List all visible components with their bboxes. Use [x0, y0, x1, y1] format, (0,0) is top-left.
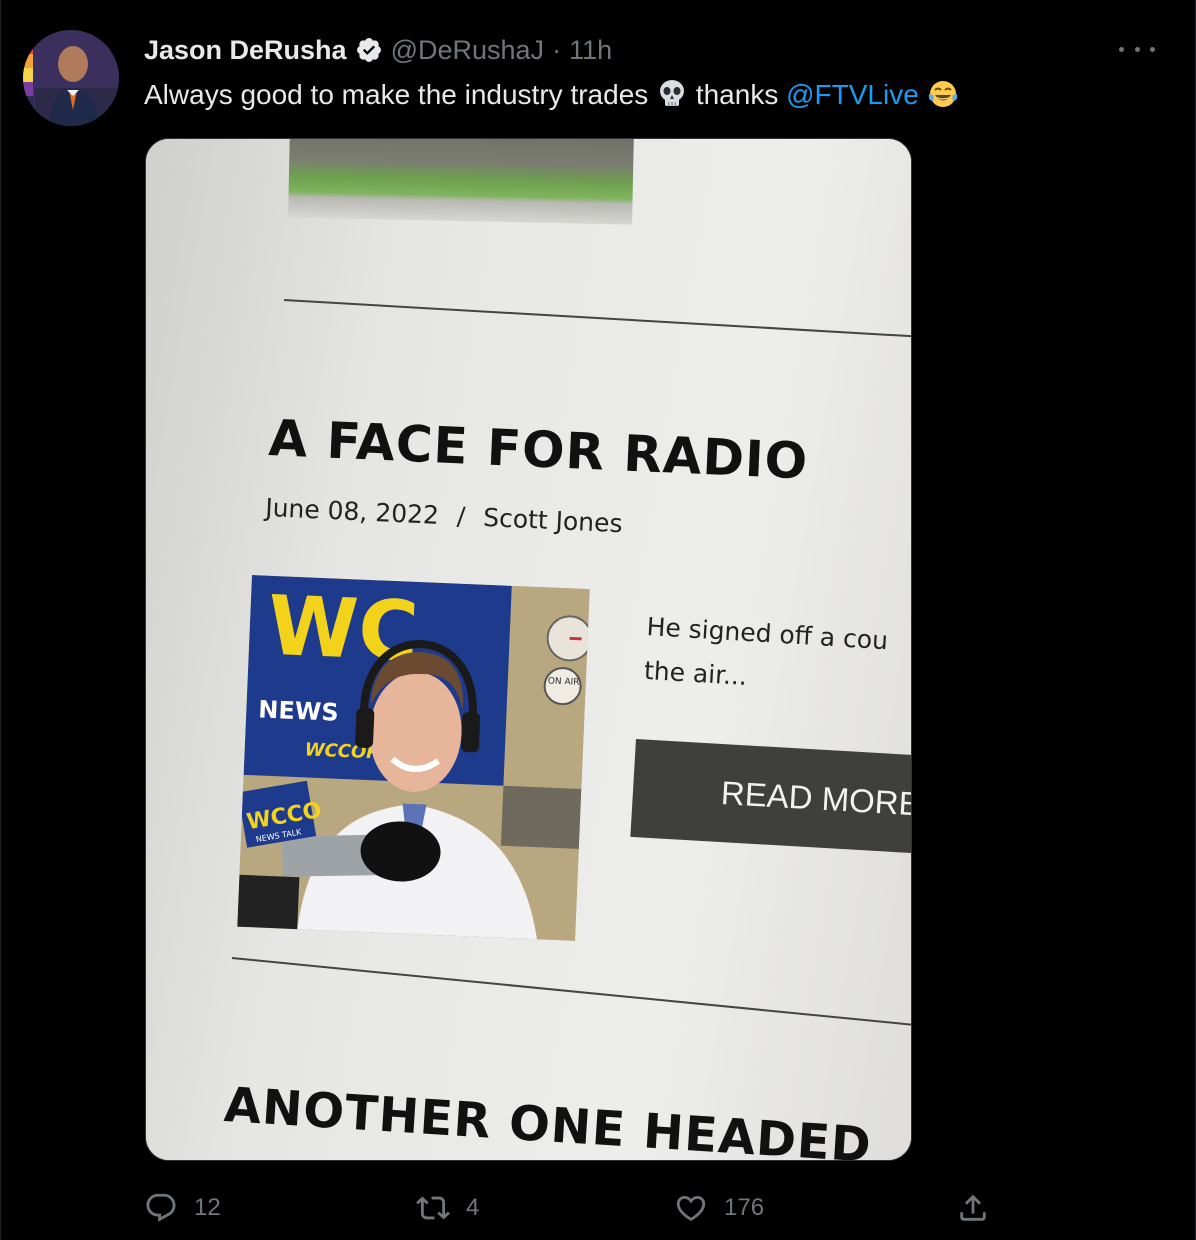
- reply-button[interactable]: 12: [144, 1186, 221, 1230]
- tweet-container: Jason DeRusha @DeRushaJ · 11h Always goo…: [0, 0, 1196, 1240]
- article-headline: A FACE FOR RADIO: [267, 409, 810, 491]
- next-article-headline: ANOTHER ONE HEADED: [222, 1077, 874, 1161]
- reply-icon: [146, 1193, 176, 1222]
- share-icon: [960, 1194, 986, 1221]
- heart-icon: [676, 1195, 706, 1221]
- sign-news-text: NEWS: [258, 695, 339, 726]
- retweet-count: 4: [466, 1194, 480, 1221]
- photographed-screen: A FACE FOR RADIO June 08, 2022 / Scott Jon…: [146, 139, 911, 1161]
- byline-separator: /: [456, 501, 466, 532]
- tweet-text-part1: Always good to make the industry trades: [144, 79, 649, 110]
- more-options-icon[interactable]: [1119, 36, 1155, 62]
- mention-link[interactable]: @FTVLive: [786, 79, 919, 110]
- retweet-icon: [416, 1196, 450, 1220]
- avatar[interactable]: [23, 30, 119, 126]
- tweet-text-part2: thanks: [695, 79, 779, 110]
- divider-line: [231, 957, 911, 1027]
- tweet-media-photo[interactable]: A FACE FOR RADIO June 08, 2022 / Scott Jon…: [145, 138, 912, 1161]
- article-byline: June 08, 2022 / Scott Jones: [265, 493, 623, 538]
- header-separator: ·: [552, 34, 562, 65]
- read-more-button: READ MORE: [630, 739, 911, 855]
- retweet-button[interactable]: 4: [416, 1186, 479, 1230]
- tears-of-joy-emoji-icon: [928, 81, 957, 107]
- article-author: Scott Jones: [482, 502, 624, 539]
- tweet-text: Always good to make the industry trades …: [144, 76, 959, 114]
- author-handle[interactable]: @DeRushaJ: [391, 35, 544, 66]
- tweet-actions-bar: 12 4 176: [144, 1186, 1004, 1230]
- on-air-sign-text: ON AIR: [548, 676, 580, 687]
- like-count: 176: [724, 1194, 765, 1221]
- tweet-timestamp[interactable]: 11h: [569, 35, 612, 66]
- reply-count: 12: [194, 1194, 221, 1221]
- verified-badge-icon: [356, 38, 381, 62]
- like-button[interactable]: 176: [674, 1186, 764, 1230]
- article-photo: WC NEWS WCCOR ON AIR WCCO NEWS TALK: [237, 575, 590, 941]
- tweet-header: Jason DeRusha @DeRushaJ · 11h: [144, 32, 612, 68]
- share-button[interactable]: [956, 1186, 990, 1230]
- author-name[interactable]: Jason DeRusha: [144, 35, 347, 66]
- article-date: June 08, 2022: [264, 493, 440, 530]
- article-top-photo: [288, 139, 634, 225]
- skull-emoji-icon: [660, 80, 685, 106]
- divider-line: [283, 299, 911, 338]
- article-excerpt: He signed off a cou the air...: [643, 605, 889, 707]
